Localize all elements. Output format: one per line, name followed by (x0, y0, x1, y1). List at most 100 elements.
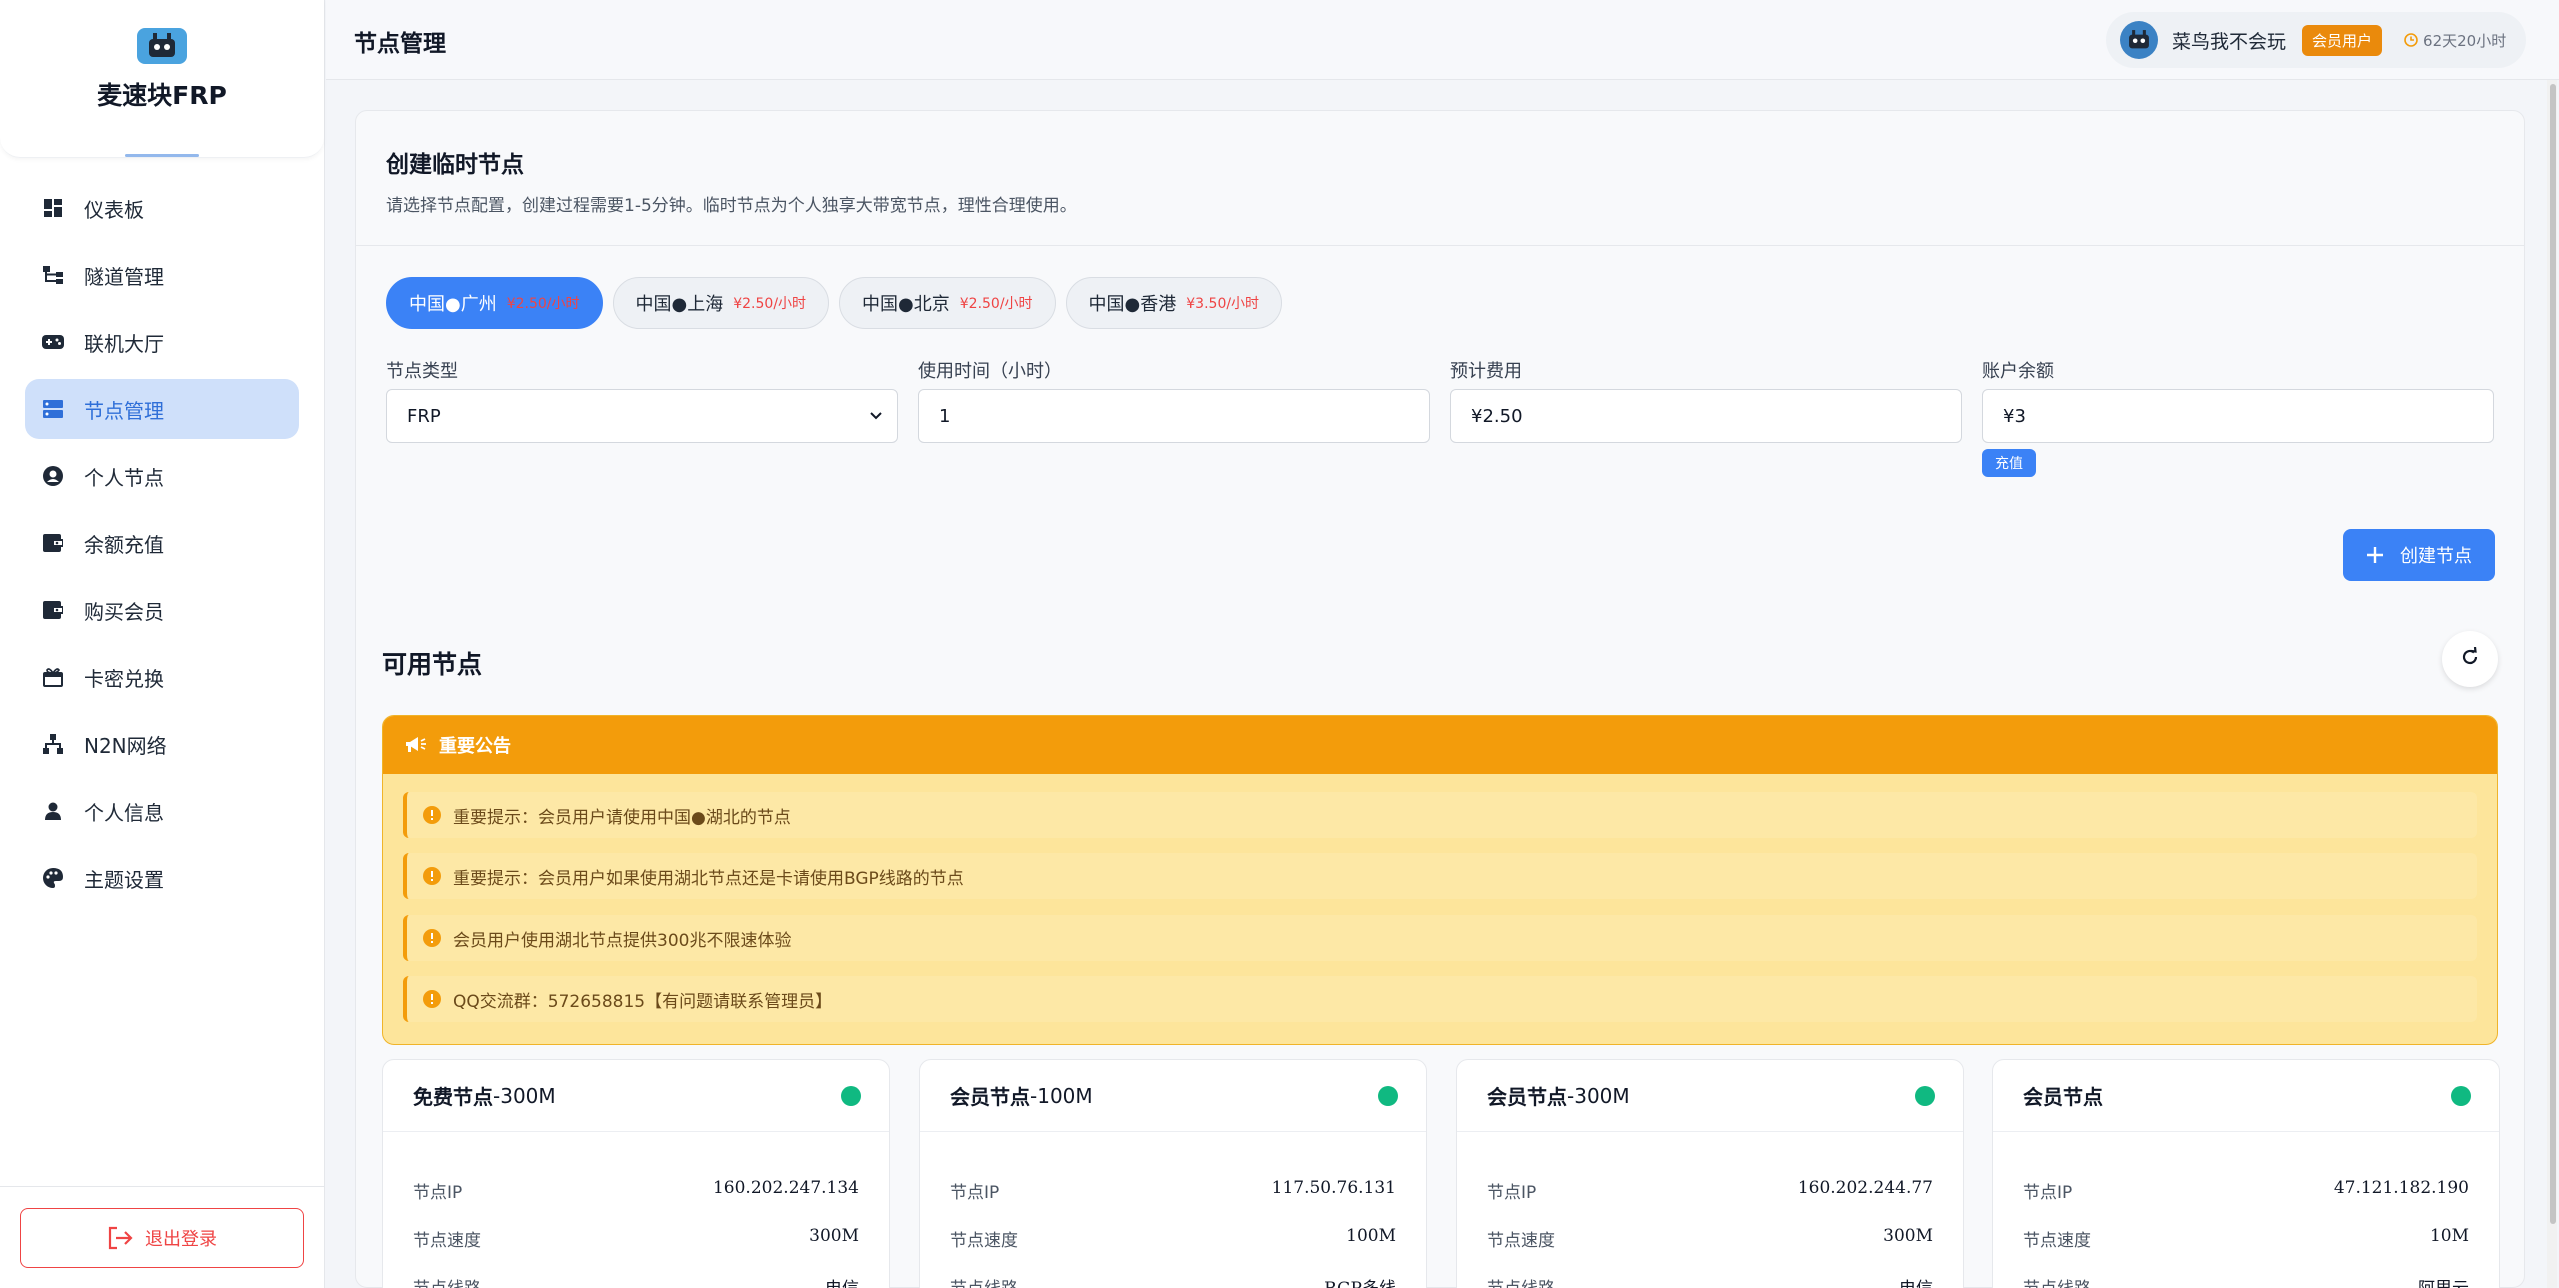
node-line-label: 节点线路 (2023, 1274, 2091, 1288)
balance-field: ¥3 (1982, 389, 2494, 443)
node-speed-label: 节点速度 (950, 1231, 1018, 1251)
region-price: ¥2.50/小时 (959, 296, 1033, 312)
sidebar-item-dashboard[interactable]: 仪表板 (25, 178, 299, 238)
logout-label: 退出登录 (145, 1229, 217, 1250)
node-speed-value: 300M (809, 1226, 859, 1246)
node-ip-row: 节点IP 160.202.247.134 (413, 1178, 859, 1203)
brand-title: 麦速块FRP (97, 81, 227, 111)
balance-group: 账户余额 ¥3 充值 (1982, 357, 2494, 477)
node-line-value: BGP多线 (1324, 1274, 1396, 1288)
node-type-select[interactable]: FRP (386, 389, 898, 443)
node-bandwidth: -300M (493, 1083, 556, 1108)
node-card[interactable]: 会员节点-300M 节点IP 160.202.244.77 节点速度 300M 节点… (1456, 1059, 1964, 1288)
hours-label: 使用时间（小时） (918, 361, 1062, 382)
logout-button[interactable]: 退出登录 (20, 1208, 304, 1268)
region-price: ¥3.50/小时 (1186, 296, 1260, 312)
available-nodes-title: 可用节点 (382, 650, 483, 679)
dashboard-icon (42, 197, 64, 219)
balance-label: 账户余额 (1982, 361, 2054, 382)
brand: 麦速块FRP (0, 0, 324, 158)
sidebar-divider (0, 1186, 325, 1187)
sidebar-item-label: 联机大厅 (84, 331, 164, 356)
region-name: 中国●北京 (862, 294, 950, 315)
online-status-dot (2451, 1086, 2471, 1106)
node-card-title: 会员节点 (1993, 1060, 2499, 1132)
online-status-dot (1915, 1086, 1935, 1106)
create-node-button[interactable]: 创建节点 (2343, 529, 2495, 581)
node-bandwidth: -300M (1567, 1083, 1630, 1108)
sidebar-item-recharge[interactable]: 余额充值 (25, 513, 299, 573)
node-tier: 会员节点 (1487, 1085, 1567, 1109)
region-option-guangzhou[interactable]: 中国●广州 ¥2.50/小时 (386, 277, 603, 329)
node-speed-label: 节点速度 (413, 1231, 481, 1251)
hours-value: 1 (939, 405, 951, 427)
sidebar-item-label: 节点管理 (84, 398, 164, 423)
sidebar-item-redeem[interactable]: 卡密兑换 (25, 647, 299, 707)
network-icon (42, 733, 64, 755)
user-icon (42, 800, 64, 822)
region-option-beijing[interactable]: 中国●北京 ¥2.50/小时 (839, 277, 1056, 329)
refresh-icon (2460, 646, 2480, 671)
node-speed-value: 10M (2429, 1226, 2469, 1246)
sidebar-item-nodes[interactable]: 节点管理 (25, 379, 299, 439)
node-card[interactable]: 会员节点 节点IP 47.121.182.190 节点速度 10M 节点线路 阿里云 (1992, 1059, 2500, 1288)
node-line-value: 电信 (1899, 1274, 1933, 1288)
node-bandwidth: -100M (1030, 1083, 1093, 1108)
user-circle-icon (42, 465, 64, 487)
membership-time-left: 62天20小时 (2404, 30, 2506, 51)
sidebar-item-membership[interactable]: 购买会员 (25, 580, 299, 640)
recharge-button[interactable]: 充值 (1982, 449, 2036, 477)
user-menu[interactable]: 菜鸟我不会玩 会员用户 62天20小时 (2106, 12, 2526, 68)
node-speed-label: 节点速度 (2023, 1231, 2091, 1251)
announcement-text: 重要提示：会员用户请使用中国●湖北的节点 (453, 807, 791, 828)
node-card[interactable]: 会员节点-100M 节点IP 117.50.76.131 节点速度 100M 节点线… (919, 1059, 1427, 1288)
node-line-row: 节点线路 电信 (413, 1274, 859, 1288)
sidebar-item-label: N2N网络 (84, 733, 167, 758)
region-option-hongkong[interactable]: 中国●香港 ¥3.50/小时 (1065, 277, 1283, 329)
sidebar-item-theme[interactable]: 主题设置 (25, 848, 299, 908)
announcement-item: 会员用户使用湖北节点提供300兆不限速体验 (403, 915, 2477, 961)
announcement-header: 重要公告 (383, 716, 2497, 774)
announcement-item: 重要提示：会员用户如果使用湖北节点还是卡请使用BGP线路的节点 (403, 853, 2477, 899)
hours-group: 使用时间（小时） 1 (918, 357, 1430, 477)
sidebar: 麦速块FRP 仪表板 隧道管理 联机大厅 节点管理 个人节点 余额充值 购买会员… (0, 0, 325, 1288)
sidebar-item-label: 购买会员 (84, 599, 164, 624)
palette-icon (42, 867, 64, 889)
hours-input[interactable]: 1 (918, 389, 1430, 443)
announcement-title: 重要公告 (439, 736, 511, 757)
chevron-down-icon (869, 408, 883, 422)
online-status-dot (1378, 1086, 1398, 1106)
announcement-item: 重要提示：会员用户请使用中国●湖北的节点 (403, 792, 2477, 838)
announcement-text: 会员用户使用湖北节点提供300兆不限速体验 (453, 930, 792, 951)
server-icon (42, 398, 64, 420)
gift-icon (42, 666, 64, 688)
node-ip-value: 160.202.247.134 (712, 1178, 859, 1198)
logout-icon (107, 1226, 133, 1250)
node-line-value: 阿里云 (2418, 1274, 2469, 1288)
sidebar-item-label: 个人节点 (84, 465, 164, 490)
node-speed-row: 节点速度 100M (950, 1226, 1396, 1251)
sidebar-item-label: 个人信息 (84, 800, 164, 825)
wallet-icon (42, 532, 64, 554)
info-icon (423, 929, 441, 947)
balance-value: ¥3 (2003, 405, 2026, 427)
sidebar-item-lobby[interactable]: 联机大厅 (25, 312, 299, 372)
node-card-title: 免费节点 -300M (383, 1060, 889, 1132)
sidebar-item-tunnels[interactable]: 隧道管理 (25, 245, 299, 305)
page-scrollbar-thumb[interactable] (2550, 84, 2556, 1224)
node-line-label: 节点线路 (950, 1274, 1018, 1288)
node-line-label: 节点线路 (413, 1274, 481, 1288)
sidebar-item-profile[interactable]: 个人信息 (25, 781, 299, 841)
region-option-shanghai[interactable]: 中国●上海 ¥2.50/小时 (612, 277, 830, 329)
sidebar-item-n2n[interactable]: N2N网络 (25, 714, 299, 774)
node-line-row: 节点线路 阿里云 (2023, 1274, 2469, 1288)
node-speed-row: 节点速度 300M (1487, 1226, 1933, 1251)
sidebar-item-label: 隧道管理 (84, 264, 164, 289)
refresh-button[interactable] (2442, 631, 2498, 687)
sidebar-item-personal-nodes[interactable]: 个人节点 (25, 446, 299, 506)
gamepad-icon (42, 331, 64, 353)
node-speed-value: 300M (1883, 1226, 1933, 1246)
info-icon (423, 806, 441, 824)
node-card[interactable]: 免费节点-300M 节点IP 160.202.247.134 节点速度 300M 节… (382, 1059, 890, 1288)
node-ip-row: 节点IP 160.202.244.77 (1487, 1178, 1933, 1203)
